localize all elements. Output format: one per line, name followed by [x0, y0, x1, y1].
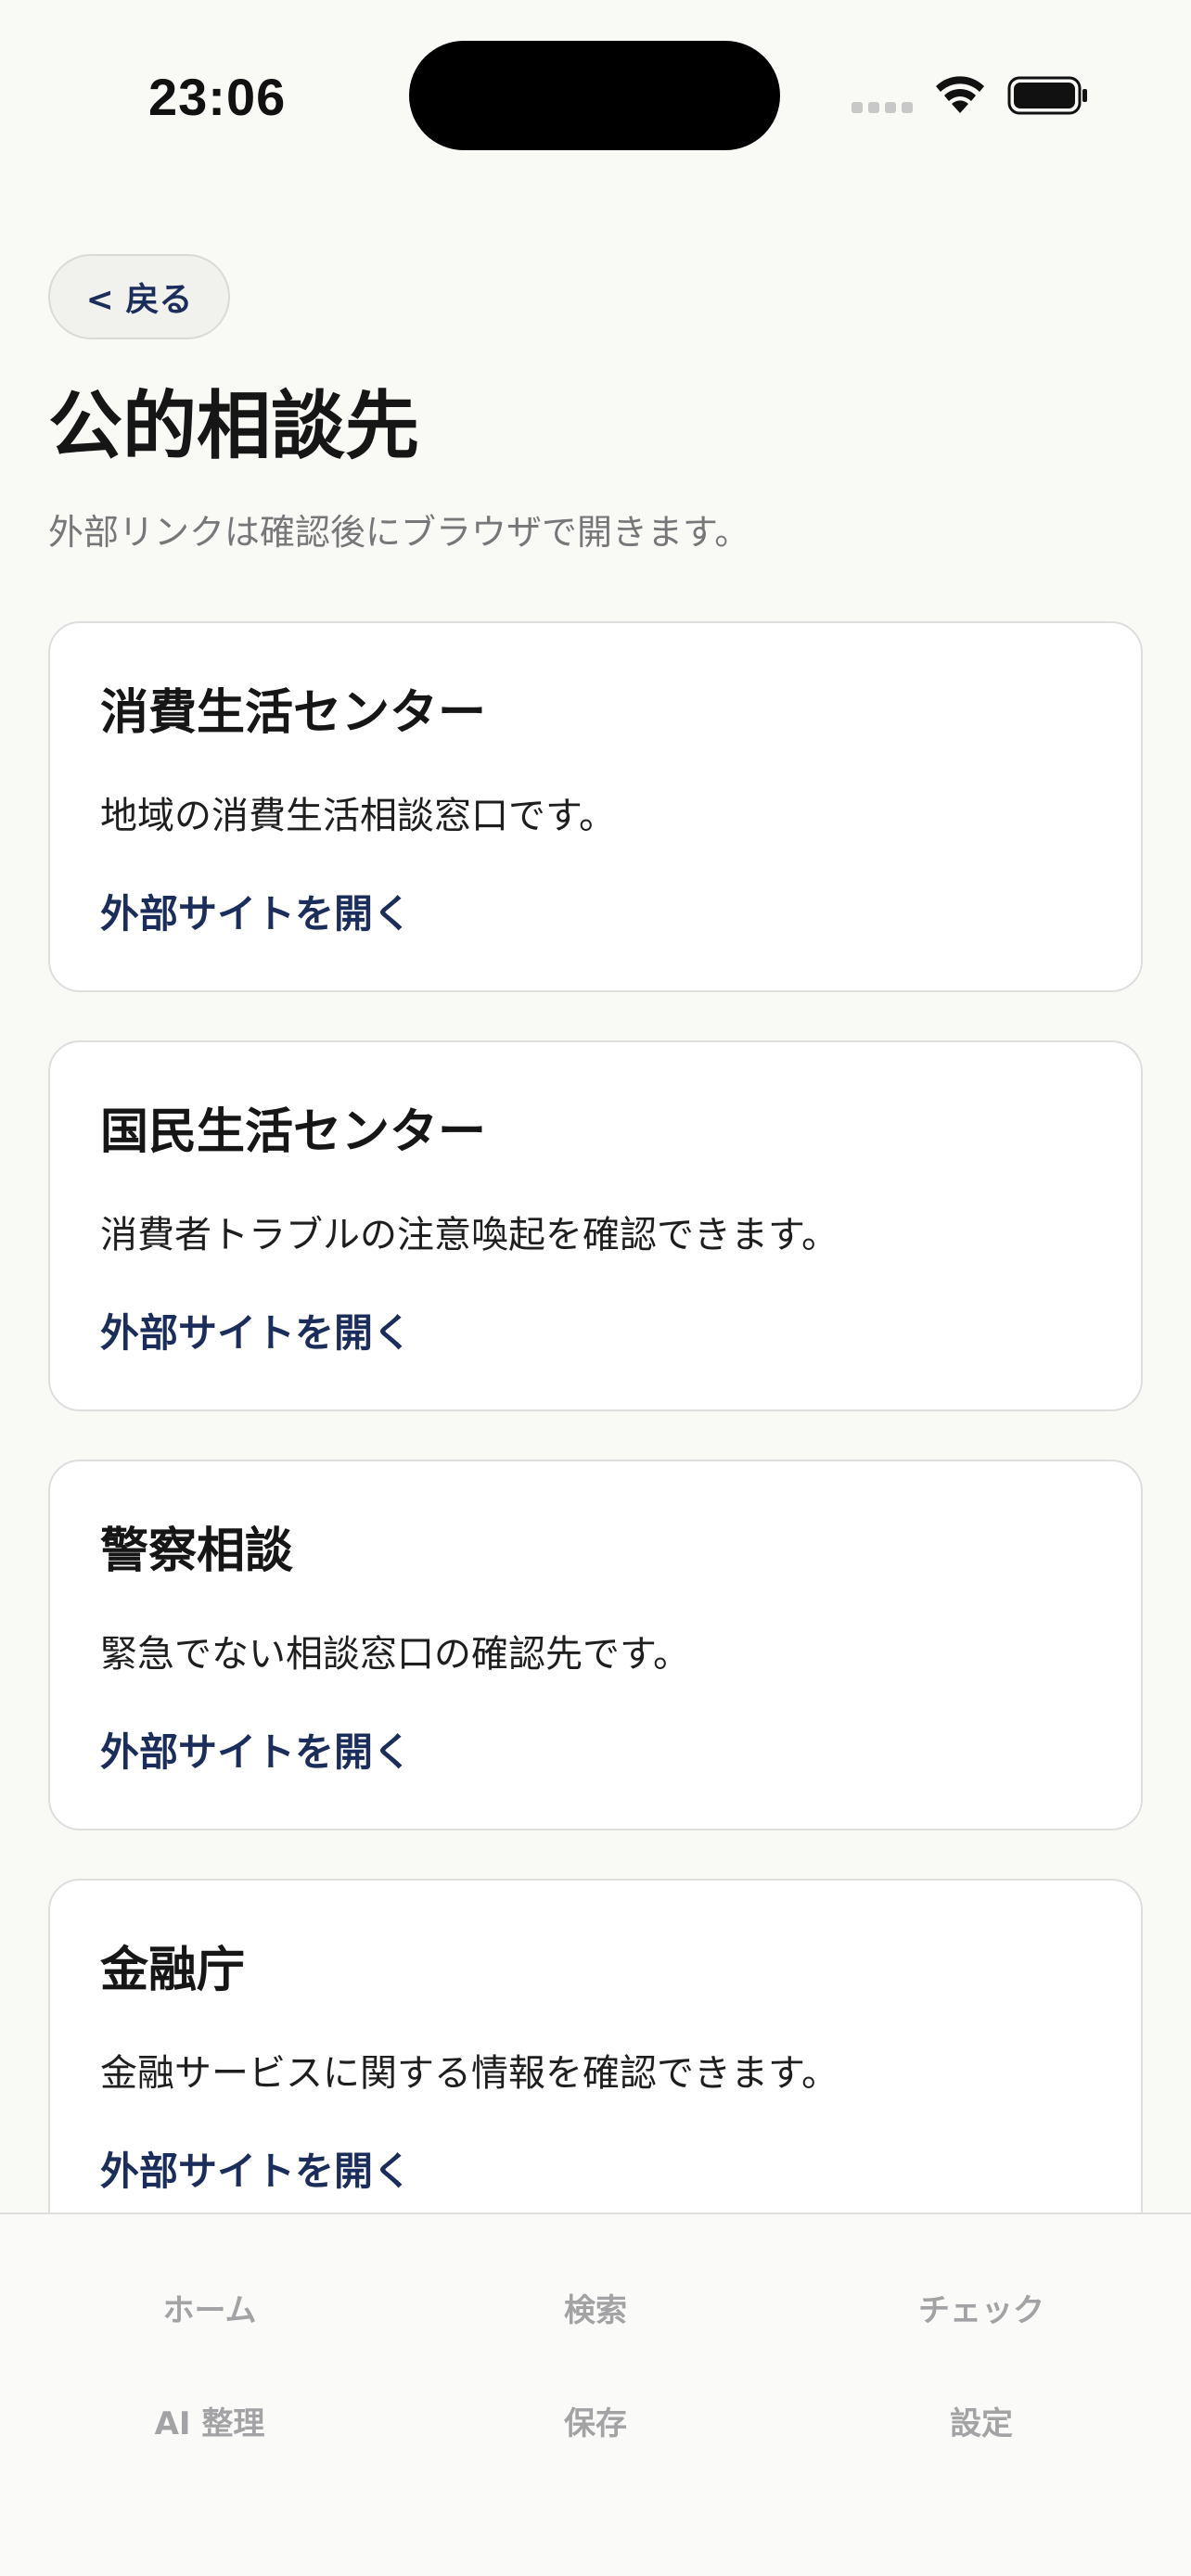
card-description: 緊急でない相談窓口の確認先です。 — [100, 1633, 690, 1676]
tab-bar: ホーム 検索 チェック AI 整理 保存 設定 — [0, 2213, 1191, 2576]
card-description: 地域の消費生活相談窓口です。 — [100, 795, 616, 837]
consultation-card: 警察相談 緊急でない相談窓口の確認先です。 外部サイトを開く — [48, 1460, 1143, 1830]
open-external-site-link[interactable]: 外部サイトを開く — [100, 2146, 412, 2198]
page-title: 公的相談先 — [48, 383, 419, 469]
consultation-card: 金融庁 金融サービスに関する情報を確認できます。 外部サイトを開く — [48, 1879, 1143, 2250]
tab-check[interactable]: チェック — [842, 2289, 1121, 2333]
page-subtitle: 外部リンクは確認後にブラウザで開きます。 — [48, 512, 750, 553]
tab-search[interactable]: 検索 — [456, 2289, 735, 2333]
consultation-card: 国民生活センター 消費者トラブルの注意喚起を確認できます。 外部サイトを開く — [48, 1040, 1143, 1411]
tab-saved[interactable]: 保存 — [456, 2402, 735, 2446]
open-external-site-link[interactable]: 外部サイトを開く — [100, 1307, 412, 1359]
status-bar: 23:06 — [0, 0, 1191, 185]
consultation-card: 消費生活センター 地域の消費生活相談窓口です。 外部サイトを開く — [48, 621, 1143, 992]
status-time: 23:06 — [148, 68, 287, 126]
back-button[interactable]: < 戻る — [48, 254, 230, 339]
open-external-site-link[interactable]: 外部サイトを開く — [100, 1727, 412, 1779]
signal-dots-icon — [852, 102, 913, 113]
card-title: 金融庁 — [100, 1943, 246, 1998]
status-icons — [852, 72, 1089, 121]
consultation-list: 消費生活センター 地域の消費生活相談窓口です。 外部サイトを開く 国民生活センタ… — [48, 621, 1143, 2298]
battery-icon — [1007, 76, 1087, 115]
card-title: 消費生活センター — [100, 685, 487, 741]
card-title: 国民生活センター — [100, 1104, 487, 1160]
card-description: 消費者トラブルの注意喚起を確認できます。 — [100, 1214, 839, 1256]
open-external-site-link[interactable]: 外部サイトを開く — [100, 888, 412, 940]
dynamic-island — [409, 41, 780, 150]
tab-settings[interactable]: 設定 — [842, 2402, 1121, 2446]
wifi-icon — [936, 76, 984, 113]
card-description: 金融サービスに関する情報を確認できます。 — [100, 2052, 839, 2095]
card-title: 警察相談 — [100, 1524, 294, 1579]
tab-ai-organize[interactable]: AI 整理 — [70, 2402, 349, 2446]
tab-home[interactable]: ホーム — [70, 2289, 349, 2333]
